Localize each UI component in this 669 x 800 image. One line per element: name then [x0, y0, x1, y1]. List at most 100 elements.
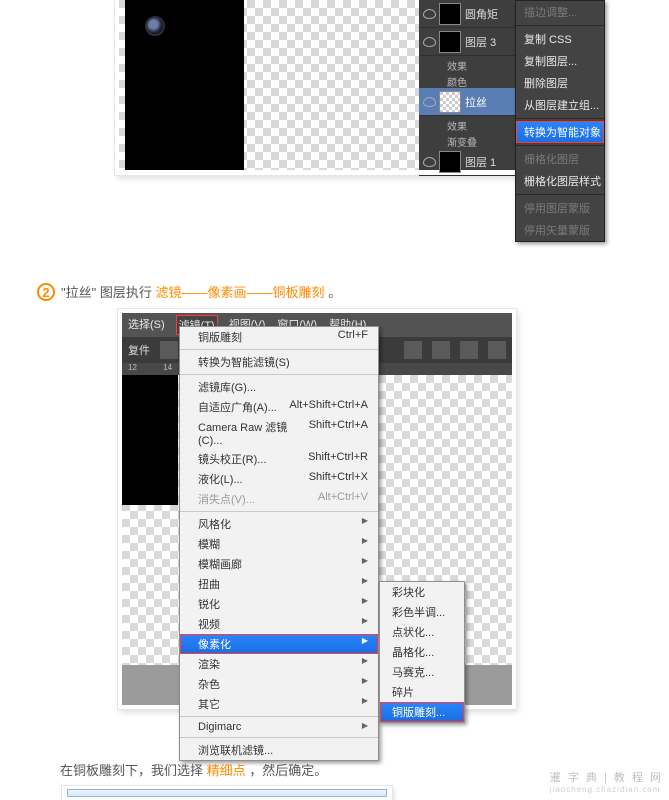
step-number-badge: 2: [37, 283, 55, 301]
layer-row[interactable]: 图层 3: [419, 28, 515, 56]
watermark: 暹 字 典 | 教 程 网 jiaocheng.chazidian.com: [550, 769, 663, 794]
layer-thumb: [439, 3, 461, 25]
layer-thumb: [439, 91, 461, 113]
ctx-item[interactable]: 删除图层: [516, 72, 604, 94]
ctx-item[interactable]: 复制 CSS: [516, 28, 604, 50]
para3-prefix: 在铜板雕刻下，我们选择: [60, 763, 203, 778]
dd-separator: [180, 349, 378, 350]
screenshot-filter-menu: 选择(S) 滤镜(T) 视图(V) 窗口(W) 帮助(H) 复件 层 添加新变 …: [118, 309, 516, 709]
ps-canvas-checker: [119, 0, 419, 170]
screenshot-layers-contextmenu: 圆角矩 图层 3 效果 颜色 拉丝 效果 渐变叠 图层 1 描边调整... 复制…: [115, 0, 552, 175]
ruler-mark: 12: [128, 363, 137, 372]
black-document-area: [125, 0, 244, 170]
submenu-item[interactable]: 马赛克...: [380, 662, 464, 682]
filter-item-disabled: 消失点(V)...Alt+Ctrl+V: [180, 489, 378, 509]
filter-submenu-item[interactable]: 模糊: [180, 534, 378, 554]
filter-submenu-item[interactable]: 杂色: [180, 674, 378, 694]
dd-separator: [180, 716, 378, 717]
menu-item[interactable]: 选择(S): [128, 316, 165, 334]
ruler-mark: 14: [163, 363, 172, 372]
filter-last-used[interactable]: 铜版雕刻 Ctrl+F: [180, 327, 378, 347]
layer-row[interactable]: 圆角矩: [419, 0, 515, 28]
submenu-item-mezzotint[interactable]: 铜版雕刻...: [380, 702, 464, 722]
filter-item[interactable]: 液化(L)...Shift+Ctrl+X: [180, 469, 378, 489]
filter-dropdown: 铜版雕刻 Ctrl+F 转换为智能滤镜(S) 滤镜库(G)... 自适应广角(A…: [179, 326, 379, 761]
filter-submenu-item[interactable]: 风格化: [180, 514, 378, 534]
toolbar-icon[interactable]: [432, 341, 450, 359]
dd-separator: [180, 374, 378, 375]
para3-highlight: 精细点: [207, 763, 246, 778]
ctx-item[interactable]: 栅格化图层样式: [516, 170, 604, 192]
layer-fx-line: 渐变叠: [419, 132, 515, 148]
layer-name: 图层 1: [465, 154, 496, 170]
step-text-suffix: 。: [328, 285, 341, 300]
dialog-titlebar-strip: [67, 789, 387, 797]
layers-panel: 圆角矩 图层 3 效果 颜色 拉丝 效果 渐变叠 图层 1: [419, 0, 515, 170]
filter-submenu-item[interactable]: 模糊画廊: [180, 554, 378, 574]
layer-thumb: [439, 151, 461, 173]
step-2: 2 "拉丝" 图层执行 滤镜——像素画——铜板雕刻 。: [37, 283, 341, 303]
filter-item[interactable]: 浏览联机滤镜...: [180, 740, 378, 760]
layer-thumb: [439, 31, 461, 53]
ctx-separator: [516, 194, 604, 195]
step-text-prefix: "拉丝" 图层执行: [61, 285, 152, 300]
options-bar-label: 复件: [128, 342, 150, 358]
layer-row[interactable]: 图层 1: [419, 148, 515, 176]
submenu-item[interactable]: 彩块化: [380, 582, 464, 602]
layer-name: 圆角矩: [465, 6, 498, 22]
visibility-eye-icon[interactable]: [423, 9, 436, 19]
submenu-item[interactable]: 点状化...: [380, 622, 464, 642]
toolbar-icon[interactable]: [160, 341, 178, 359]
filter-submenu-item[interactable]: 渲染: [180, 654, 378, 674]
filter-smart[interactable]: 转换为智能滤镜(S): [180, 352, 378, 372]
step-text-highlight: 滤镜——像素画——铜板雕刻: [155, 285, 324, 300]
step-text: "拉丝" 图层执行 滤镜——像素画——铜板雕刻 。: [61, 283, 341, 303]
visibility-eye-icon[interactable]: [423, 37, 436, 47]
ctx-item[interactable]: 停用矢量蒙版: [516, 219, 604, 241]
camera-lens-graphic: [147, 18, 163, 34]
filter-submenu-item[interactable]: 其它: [180, 694, 378, 714]
para3-suffix: ，然后确定。: [249, 763, 327, 778]
dd-separator: [180, 737, 378, 738]
toolbar-icon[interactable]: [488, 341, 506, 359]
layer-name: 拉丝: [465, 94, 487, 110]
filter-item[interactable]: 自适应广角(A)...Alt+Shift+Ctrl+A: [180, 397, 378, 417]
toolbar-icon[interactable]: [404, 341, 422, 359]
layer-row-selected[interactable]: 拉丝: [419, 88, 515, 116]
pixelate-submenu: 彩块化 彩色半调... 点状化... 晶格化... 马赛克... 碎片 铜版雕刻…: [379, 581, 465, 723]
layer-fx-line: 效果: [419, 116, 515, 132]
ctx-item[interactable]: 从图层建立组...: [516, 94, 604, 116]
ctx-item[interactable]: 停用图层蒙版: [516, 197, 604, 219]
toolbar-icon[interactable]: [460, 341, 478, 359]
visibility-eye-icon[interactable]: [423, 97, 436, 107]
black-artwork: [122, 375, 178, 505]
layer-fx-line: 颜色: [419, 72, 515, 88]
filter-submenu-item[interactable]: 锐化: [180, 594, 378, 614]
filter-submenu-item[interactable]: Digimarc: [180, 719, 378, 735]
submenu-item[interactable]: 晶格化...: [380, 642, 464, 662]
ctx-item[interactable]: 复制图层...: [516, 50, 604, 72]
filter-item[interactable]: Camera Raw 滤镜(C)...Shift+Ctrl+A: [180, 417, 378, 449]
ctx-separator: [516, 145, 604, 146]
filter-submenu-item[interactable]: 扭曲: [180, 574, 378, 594]
ctx-item-convert-smart-object[interactable]: 转换为智能对象: [516, 121, 604, 143]
ctx-item[interactable]: 描边调整...: [516, 1, 604, 23]
submenu-item[interactable]: 碎片: [380, 682, 464, 702]
photoshop-ui: 选择(S) 滤镜(T) 视图(V) 窗口(W) 帮助(H) 复件 层 添加新变 …: [122, 313, 512, 705]
filter-submenu-pixelate[interactable]: 像素化: [180, 634, 378, 654]
layer-fx-line: 效果: [419, 56, 515, 72]
watermark-main: 暹 字 典 | 教 程 网: [550, 769, 663, 785]
paragraph-3: 在铜板雕刻下，我们选择 精细点 ，然后确定。: [60, 760, 327, 779]
submenu-item[interactable]: 彩色半调...: [380, 602, 464, 622]
ctx-separator: [516, 118, 604, 119]
ctx-item[interactable]: 栅格化图层: [516, 148, 604, 170]
filter-item[interactable]: 滤镜库(G)...: [180, 377, 378, 397]
watermark-sub: jiaocheng.chazidian.com: [550, 785, 663, 794]
visibility-eye-icon[interactable]: [423, 157, 436, 167]
filter-submenu-item[interactable]: 视频: [180, 614, 378, 634]
screenshot-dialog-partial: [62, 786, 392, 800]
filter-item[interactable]: 镜头校正(R)...Shift+Ctrl+R: [180, 449, 378, 469]
ctx-separator: [516, 25, 604, 26]
dd-separator: [180, 511, 378, 512]
layer-name: 图层 3: [465, 34, 496, 50]
